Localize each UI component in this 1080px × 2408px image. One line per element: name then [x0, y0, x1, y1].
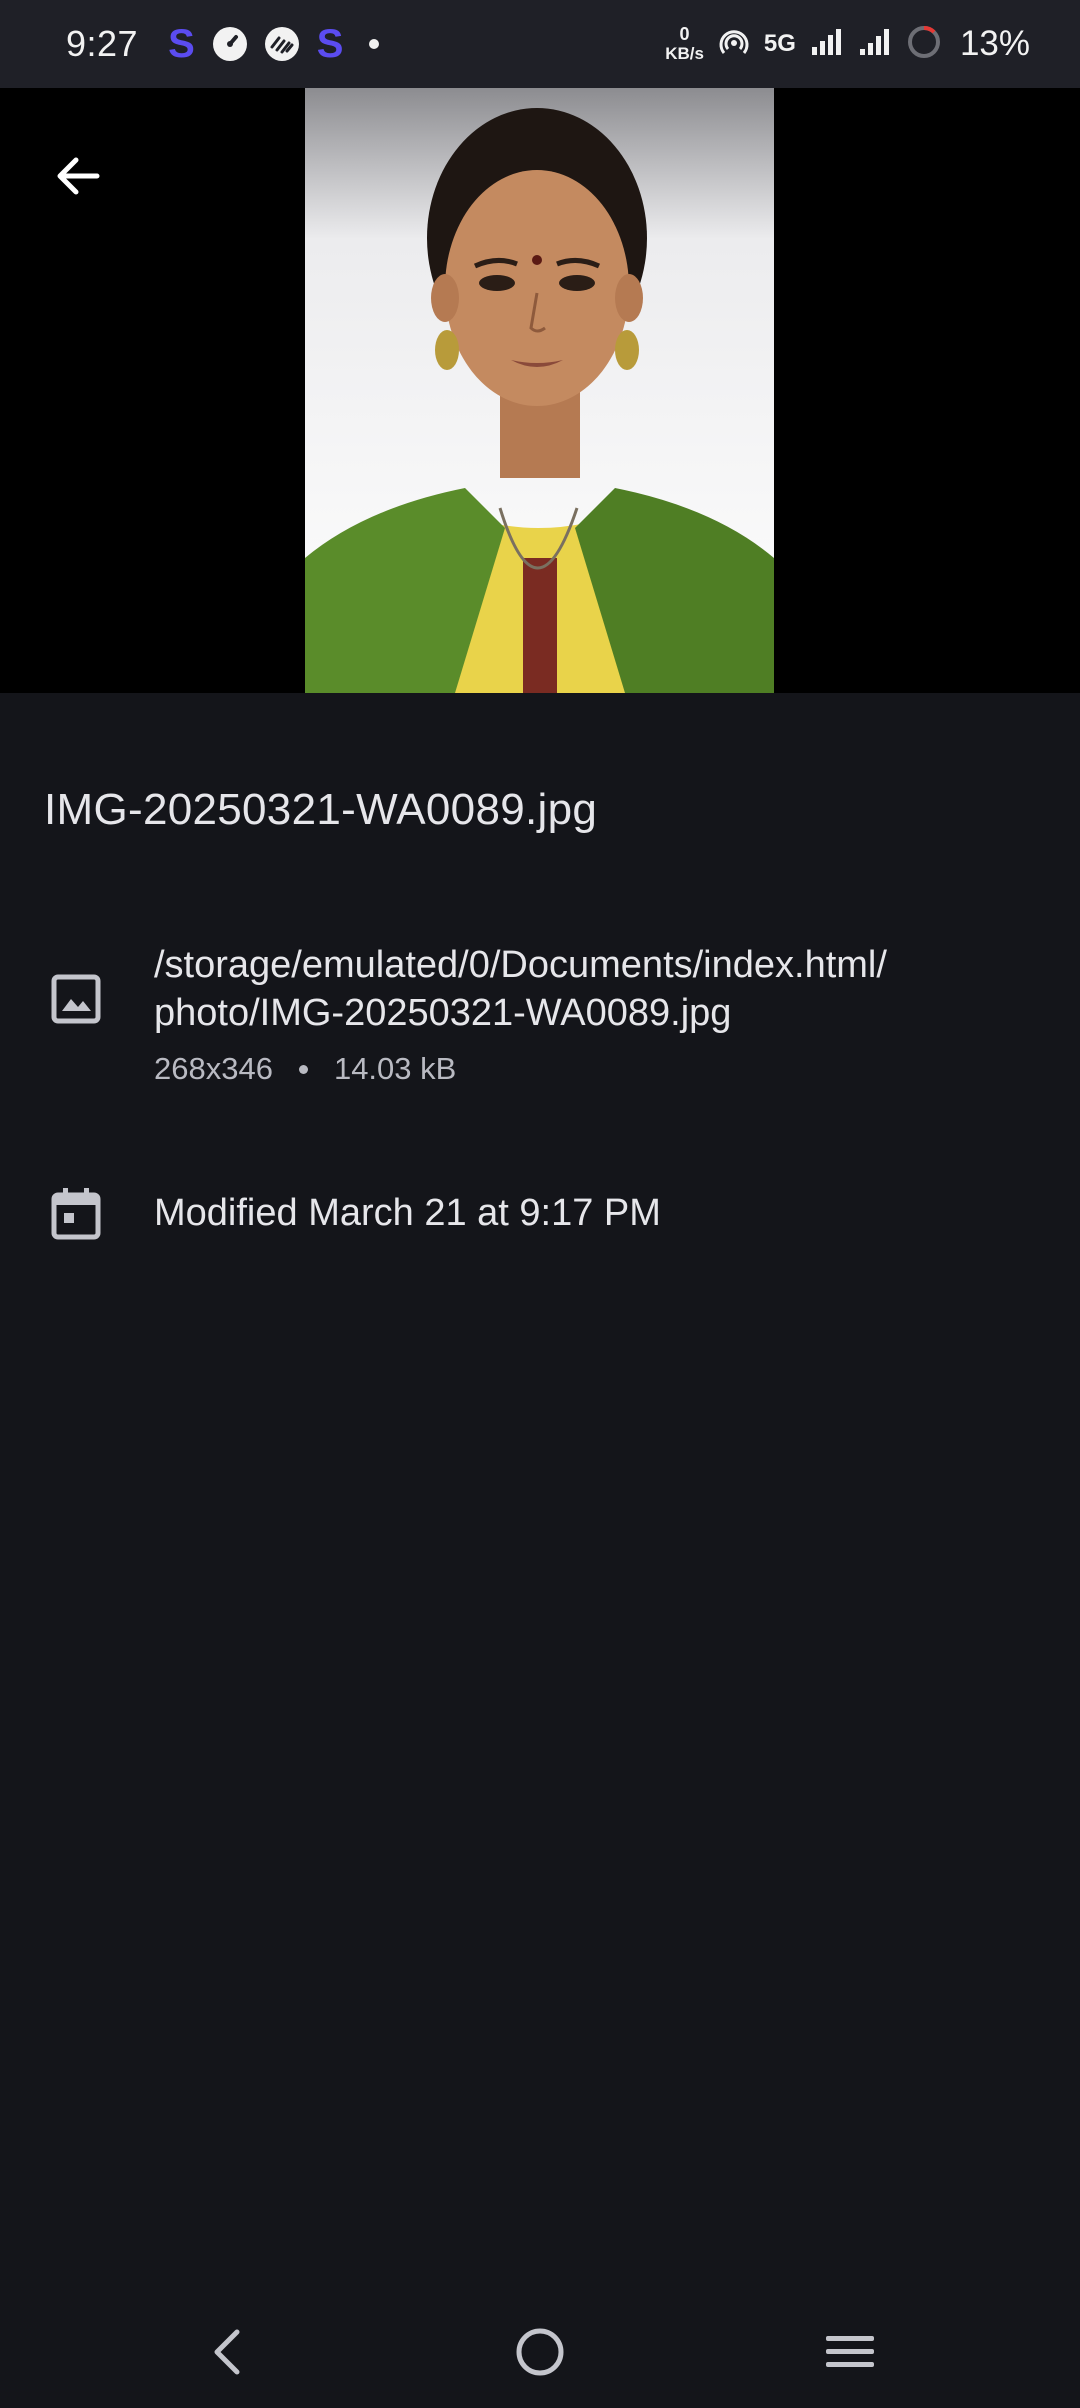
status-bar: 9:27 S S 0 KB/s 5G 13%	[0, 0, 1080, 88]
file-path-line-2: photo/IMG-20250321-WA0089.jpg	[154, 992, 732, 1034]
s-app-icon: S	[316, 22, 344, 66]
back-button[interactable]	[44, 142, 112, 210]
battery-icon	[906, 24, 942, 65]
home-circle-icon	[516, 2328, 564, 2376]
arrow-left-icon	[57, 157, 100, 195]
network-speed-unit: KB/s	[665, 44, 704, 63]
calendar-icon	[48, 1185, 104, 1241]
s-app-icon: S	[168, 22, 195, 66]
file-meta: 268x346 14.03 kB	[154, 1051, 1020, 1087]
file-path-block: /storage/emulated/0/Documents/index.html…	[154, 941, 1020, 1087]
photo-image[interactable]	[305, 88, 774, 693]
status-time: 9:27	[66, 23, 139, 64]
file-dimensions: 268x346	[154, 1051, 273, 1086]
notification-icons: S S	[168, 22, 380, 66]
network-speed: 0 KB/s	[665, 24, 704, 64]
navigation-bar	[0, 2293, 1080, 2408]
signal-icon-2	[858, 27, 892, 62]
modified-block: Modified March 21 at 9:17 PM	[154, 1189, 1020, 1237]
file-details: IMG-20250321-WA0089.jpg /storage/emulate…	[0, 693, 1080, 2293]
network-speed-value: 0	[679, 24, 690, 44]
speedometer-icon	[212, 27, 247, 61]
network-type: 5G	[763, 30, 796, 57]
file-name: IMG-20250321-WA0089.jpg	[44, 785, 598, 834]
portrait-photo	[305, 88, 774, 693]
modified-date: Modified March 21 at 9:17 PM	[154, 1192, 661, 1234]
recents-menu-icon	[826, 2336, 874, 2367]
photo-preview	[0, 88, 1080, 693]
file-size: 14.03 kB	[333, 1051, 457, 1086]
nav-recents-button[interactable]	[815, 2317, 885, 2387]
meta-separator	[298, 1064, 308, 1074]
file-path-line-1: /storage/emulated/0/Documents/index.html…	[154, 944, 887, 986]
handshake-icon	[264, 27, 299, 61]
nav-back-button[interactable]	[192, 2317, 262, 2387]
status-right: 0 KB/s 5G 13%	[665, 24, 1030, 65]
nav-home-button[interactable]	[505, 2317, 575, 2387]
hotspot-icon	[718, 26, 750, 63]
more-notifications-dot	[369, 39, 380, 49]
battery-percentage: 13%	[959, 24, 1030, 63]
image-icon	[48, 971, 104, 1027]
back-chevron-icon	[214, 2329, 240, 2375]
signal-icon	[810, 27, 844, 62]
